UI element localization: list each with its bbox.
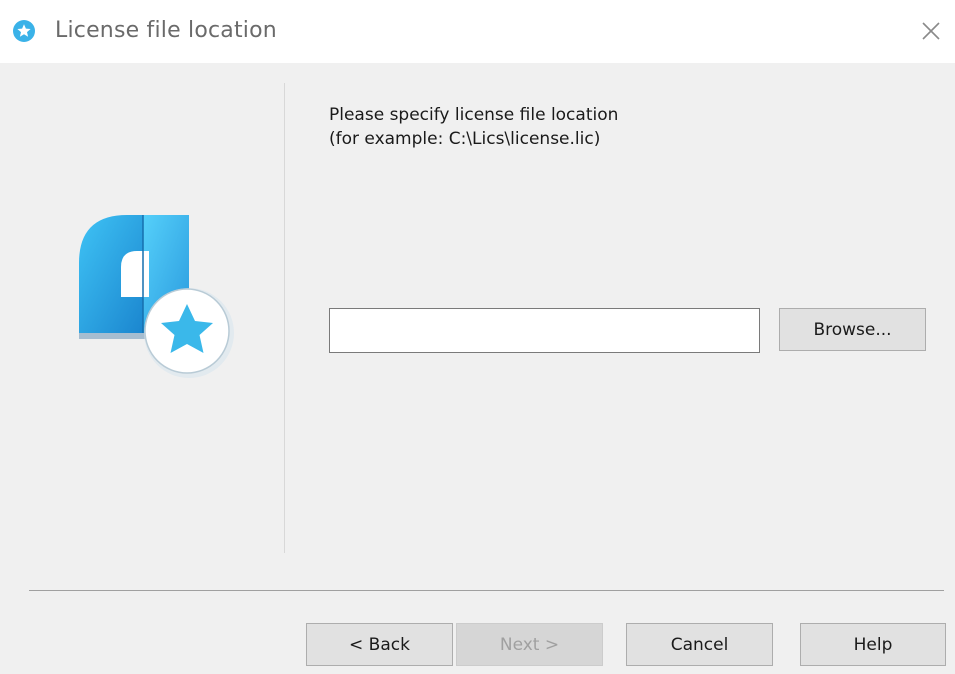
footer-divider (29, 590, 944, 591)
instruction-line-1: Please specify license file location (329, 105, 619, 125)
dialog-content: Please specify license file location (fo… (0, 63, 955, 674)
instruction-line-2: (for example: C:\Lics\license.lic) (329, 129, 601, 149)
close-icon[interactable] (917, 17, 945, 45)
license-dialog: License file location Please specify lic… (0, 0, 955, 674)
star-badge-icon (13, 20, 35, 42)
cancel-button[interactable]: Cancel (626, 623, 773, 666)
help-button[interactable]: Help (800, 623, 946, 666)
back-button[interactable]: < Back (306, 623, 453, 666)
titlebar: License file location (0, 0, 955, 63)
license-logo-icon (79, 215, 234, 378)
next-button[interactable]: Next > (456, 623, 603, 666)
instructions: Please specify license file location (fo… (329, 103, 618, 151)
license-path-input[interactable] (329, 308, 760, 353)
vertical-divider (284, 83, 285, 553)
browse-button[interactable]: Browse... (779, 308, 926, 351)
window-title: License file location (55, 18, 277, 43)
